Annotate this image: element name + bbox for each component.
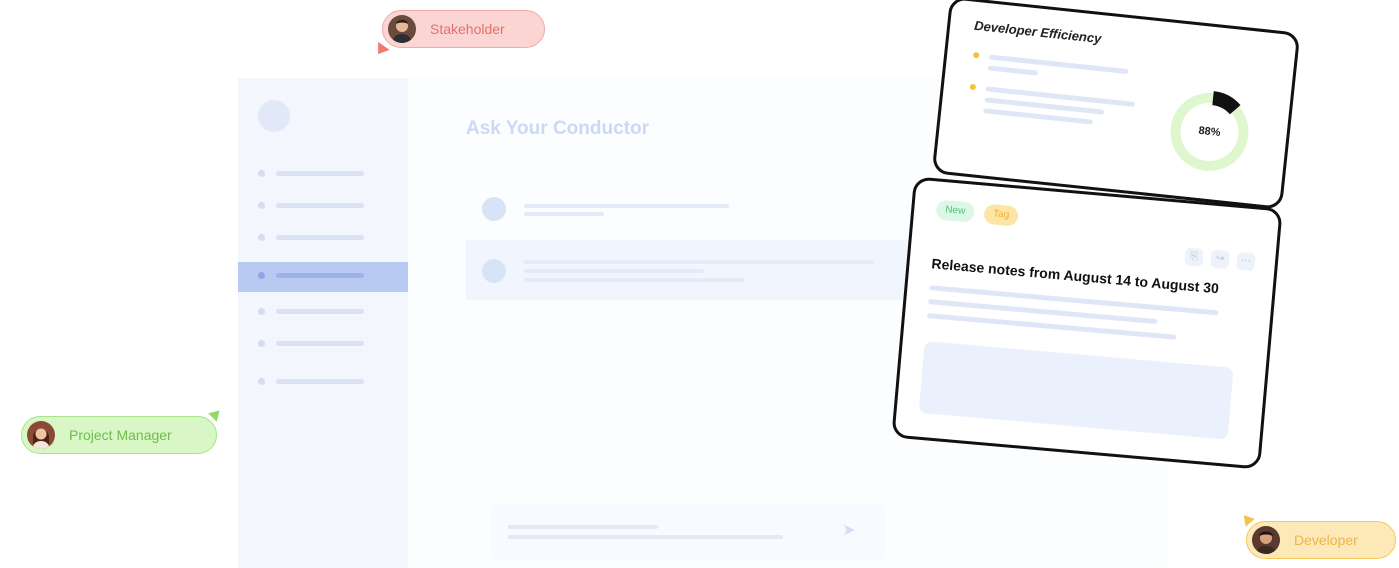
stakeholder-label: Stakeholder (430, 21, 505, 37)
new-badge: New (935, 199, 976, 223)
sidebar-item-active[interactable] (238, 262, 408, 292)
sidebar-item[interactable] (238, 368, 408, 396)
avatar (27, 421, 55, 449)
tag-badge: Tag (983, 203, 1020, 227)
cursor-pointer-icon (372, 41, 390, 59)
sidebar-item[interactable] (238, 160, 408, 188)
efficiency-donut-chart: 88% (1162, 85, 1257, 180)
stakeholder-tag: Stakeholder (372, 10, 545, 59)
cursor-pointer-icon (208, 406, 224, 422)
copy-icon[interactable]: ⎘ (1184, 247, 1204, 267)
chat-message[interactable] (466, 240, 936, 300)
card-title: Developer Efficiency (973, 17, 1103, 47)
release-notes-card[interactable]: New Tag ⎘ ↪ ⋯ Release notes from August … (891, 176, 1283, 470)
cursor-pointer-icon (1239, 511, 1255, 527)
project-manager-label: Project Manager (69, 427, 172, 443)
sidebar-item[interactable] (238, 224, 408, 252)
sidebar-item[interactable] (238, 192, 408, 220)
sidebar-item[interactable] (238, 298, 408, 326)
developer-tag: Developer (1239, 511, 1396, 559)
share-icon[interactable]: ↪ (1210, 249, 1230, 270)
card-actions: ⎘ ↪ ⋯ (1184, 247, 1256, 272)
more-icon[interactable]: ⋯ (1236, 251, 1256, 272)
developer-efficiency-card[interactable]: Developer Efficiency 88% (931, 0, 1301, 210)
avatar (388, 15, 416, 43)
message-input[interactable]: ➤ (490, 503, 885, 561)
avatar (482, 259, 506, 283)
avatar (1252, 526, 1280, 554)
project-manager-tag: Project Manager (21, 406, 224, 454)
sidebar (238, 78, 408, 568)
send-icon[interactable]: ➤ (839, 521, 859, 541)
bullet-icon (969, 83, 977, 91)
app-logo (258, 100, 290, 132)
developer-label: Developer (1294, 532, 1358, 548)
page-title: Ask Your Conductor (466, 118, 649, 139)
chat-message[interactable] (466, 178, 936, 238)
sidebar-item[interactable] (238, 330, 408, 358)
bullet-icon (972, 51, 980, 59)
content-preview (918, 340, 1234, 440)
efficiency-percent: 88% (1197, 124, 1222, 140)
avatar (482, 197, 506, 221)
